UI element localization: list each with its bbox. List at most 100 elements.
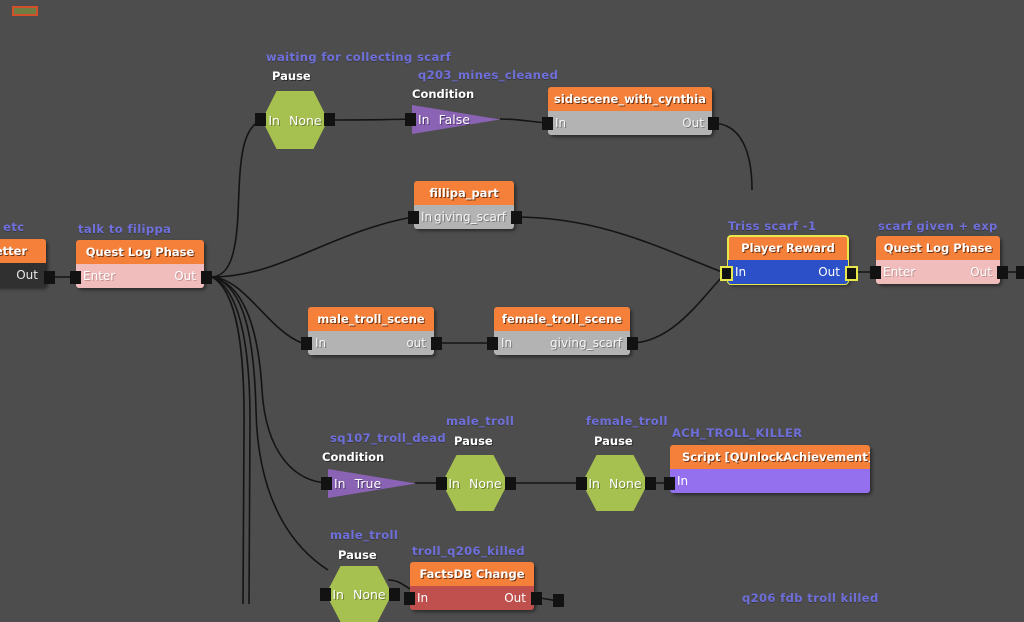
node-header: sidescene_with_cynthia xyxy=(548,87,712,111)
node-condition-sq107[interactable]: In True xyxy=(328,469,416,498)
port-label-in: In xyxy=(334,476,346,491)
port-label-in: In xyxy=(418,112,430,127)
node-label-q206-fdb-troll-killed: q206 fdb troll killed xyxy=(742,591,879,605)
node-header: fillipa_part xyxy=(414,181,514,205)
port-label-in: In xyxy=(677,474,689,488)
port-out-pause-female-troll[interactable] xyxy=(645,477,656,490)
port-out-female-troll-scene[interactable] xyxy=(627,337,638,350)
node-label-female-troll: female_troll xyxy=(586,414,668,428)
port-in-pause-waiting[interactable] xyxy=(255,113,266,126)
port-label-out: False xyxy=(438,112,470,127)
port-in-female-troll-scene[interactable] xyxy=(487,337,498,350)
port-label-out: Out xyxy=(818,265,840,279)
port-out-partial-left[interactable] xyxy=(44,271,55,284)
node-male-troll-scene[interactable]: male_troll_scene In out xyxy=(308,307,434,355)
node-quest-log-phase-talk[interactable]: Quest Log Phase Enter Out xyxy=(76,240,204,288)
port-offscreen-right[interactable] xyxy=(1016,266,1024,279)
port-label-out: None xyxy=(352,586,386,602)
node-female-troll-scene[interactable]: female_troll_scene In giving_scarf xyxy=(494,307,630,355)
node-factsdb-change[interactable]: FactsDB Change In Out xyxy=(410,562,534,610)
port-out-fillipa-part[interactable] xyxy=(511,211,522,224)
node-pause-waiting-scarf[interactable]: In None xyxy=(262,91,328,149)
node-header: Quest Log Phase xyxy=(876,236,1000,260)
port-label-out: Out xyxy=(682,116,704,130)
port-label-out: None xyxy=(288,112,322,128)
node-type-pause-female-troll: Pause xyxy=(594,434,633,448)
port-in-pause-male-troll[interactable] xyxy=(436,477,447,490)
port-in-condition-q203[interactable] xyxy=(405,113,416,126)
port-out-factsdb-change[interactable] xyxy=(531,592,542,605)
port-out-pause-male-troll[interactable] xyxy=(505,477,516,490)
port-in-condition-sq107[interactable] xyxy=(321,477,332,490)
port-label-out: Out xyxy=(504,591,526,605)
node-label-male-troll: male_troll xyxy=(446,414,515,428)
port-in-sidescene[interactable] xyxy=(542,117,553,130)
node-body: In giving_scarf xyxy=(414,205,514,229)
node-body: Enter Out xyxy=(876,260,1000,284)
node-body: In xyxy=(670,469,870,493)
node-header: Quest Log Phase xyxy=(76,240,204,264)
port-label-in: In xyxy=(421,210,433,224)
node-pause-male-troll-2[interactable]: In None xyxy=(326,566,392,622)
port-out-pause-male-troll-2[interactable] xyxy=(389,588,400,601)
port-label-out: Out xyxy=(16,268,38,282)
port-in-quest-log-phase-scarf[interactable] xyxy=(870,266,881,279)
node-partial-left-letter[interactable]: etter Out xyxy=(0,239,46,287)
port-in-next-offscreen[interactable] xyxy=(553,594,564,607)
port-out-quest-log-phase-scarf[interactable] xyxy=(997,266,1008,279)
port-out-male-troll-scene[interactable] xyxy=(431,337,442,350)
node-type-condition-q203: Condition xyxy=(412,87,475,101)
node-label-waiting-for-collecting-scarf: waiting for collecting scarf xyxy=(266,50,452,64)
port-label-out: giving_scarf xyxy=(550,336,622,350)
node-player-reward[interactable]: Player Reward In Out xyxy=(727,235,849,285)
port-in-fillipa-part[interactable] xyxy=(408,211,419,224)
node-body: In giving_scarf xyxy=(494,331,630,355)
node-label-talk-to-filippa: talk to filippa xyxy=(78,222,172,236)
port-in-factsdb-change[interactable] xyxy=(404,592,415,605)
node-fillipa-part[interactable]: fillipa_part In giving_scarf xyxy=(414,181,514,229)
node-script-ach-troll-killer[interactable]: Script [QUnlockAchievement] In xyxy=(670,445,870,493)
port-in-male-troll-scene[interactable] xyxy=(301,337,312,350)
port-label-out: None xyxy=(608,475,642,491)
port-label-in: In xyxy=(735,265,747,279)
node-pause-female-troll[interactable]: In None xyxy=(582,455,648,511)
node-body: In Out xyxy=(548,111,712,135)
port-out-quest-log-phase-talk[interactable] xyxy=(201,271,212,284)
node-label-triss-scarf: Triss scarf -1 xyxy=(728,219,817,233)
port-out-sidescene[interactable] xyxy=(708,117,719,130)
port-label-in: In xyxy=(555,116,567,130)
node-header: female_troll_scene xyxy=(494,307,630,331)
port-out-player-reward[interactable] xyxy=(845,266,858,281)
port-out-pause-waiting[interactable] xyxy=(324,113,335,126)
port-label-enter: Enter xyxy=(83,269,116,283)
node-type-pause-male-troll: Pause xyxy=(454,434,493,448)
port-label-in: In xyxy=(588,475,600,491)
node-type-pause-waiting: Pause xyxy=(272,69,311,83)
node-label-scarf-given-exp: scarf given + exp xyxy=(878,219,998,233)
node-label-sq107-troll-dead: sq107_troll_dead xyxy=(330,431,446,445)
node-header: etter xyxy=(0,239,46,263)
node-body: In Out xyxy=(410,586,534,610)
node-condition-q203[interactable]: In False xyxy=(412,105,500,134)
port-label-out: Out xyxy=(174,269,196,283)
port-in-player-reward[interactable] xyxy=(720,266,733,281)
port-in-pause-female-troll[interactable] xyxy=(576,477,587,490)
node-header: Player Reward xyxy=(728,236,848,260)
node-label-ach-troll-killer: ACH_TROLL_KILLER xyxy=(672,426,803,440)
node-label-troll-q206-killed: troll_q206_killed xyxy=(412,544,525,558)
port-in-script-ach-troll-killer[interactable] xyxy=(664,477,675,490)
node-label-etc: , etc xyxy=(0,220,25,234)
port-label-out: giving_scarf xyxy=(434,210,506,224)
node-label-q203-mines-cleaned: q203_mines_cleaned xyxy=(418,68,559,82)
node-quest-log-phase-scarf[interactable]: Quest Log Phase Enter Out xyxy=(876,236,1000,284)
port-in-pause-male-troll-2[interactable] xyxy=(320,588,331,601)
node-body: Enter Out xyxy=(76,264,204,288)
port-label-in: In xyxy=(417,591,429,605)
port-in-quest-log-phase-talk[interactable] xyxy=(70,271,81,284)
node-header: Script [QUnlockAchievement] xyxy=(670,445,870,469)
node-graph-canvas[interactable]: waiting for collecting scarf Pause In No… xyxy=(0,0,1024,622)
node-header: FactsDB Change xyxy=(410,562,534,586)
node-pause-male-troll[interactable]: In None xyxy=(442,455,508,511)
port-label-out: True xyxy=(354,476,382,491)
node-sidescene-with-cynthia[interactable]: sidescene_with_cynthia In Out xyxy=(548,87,712,135)
